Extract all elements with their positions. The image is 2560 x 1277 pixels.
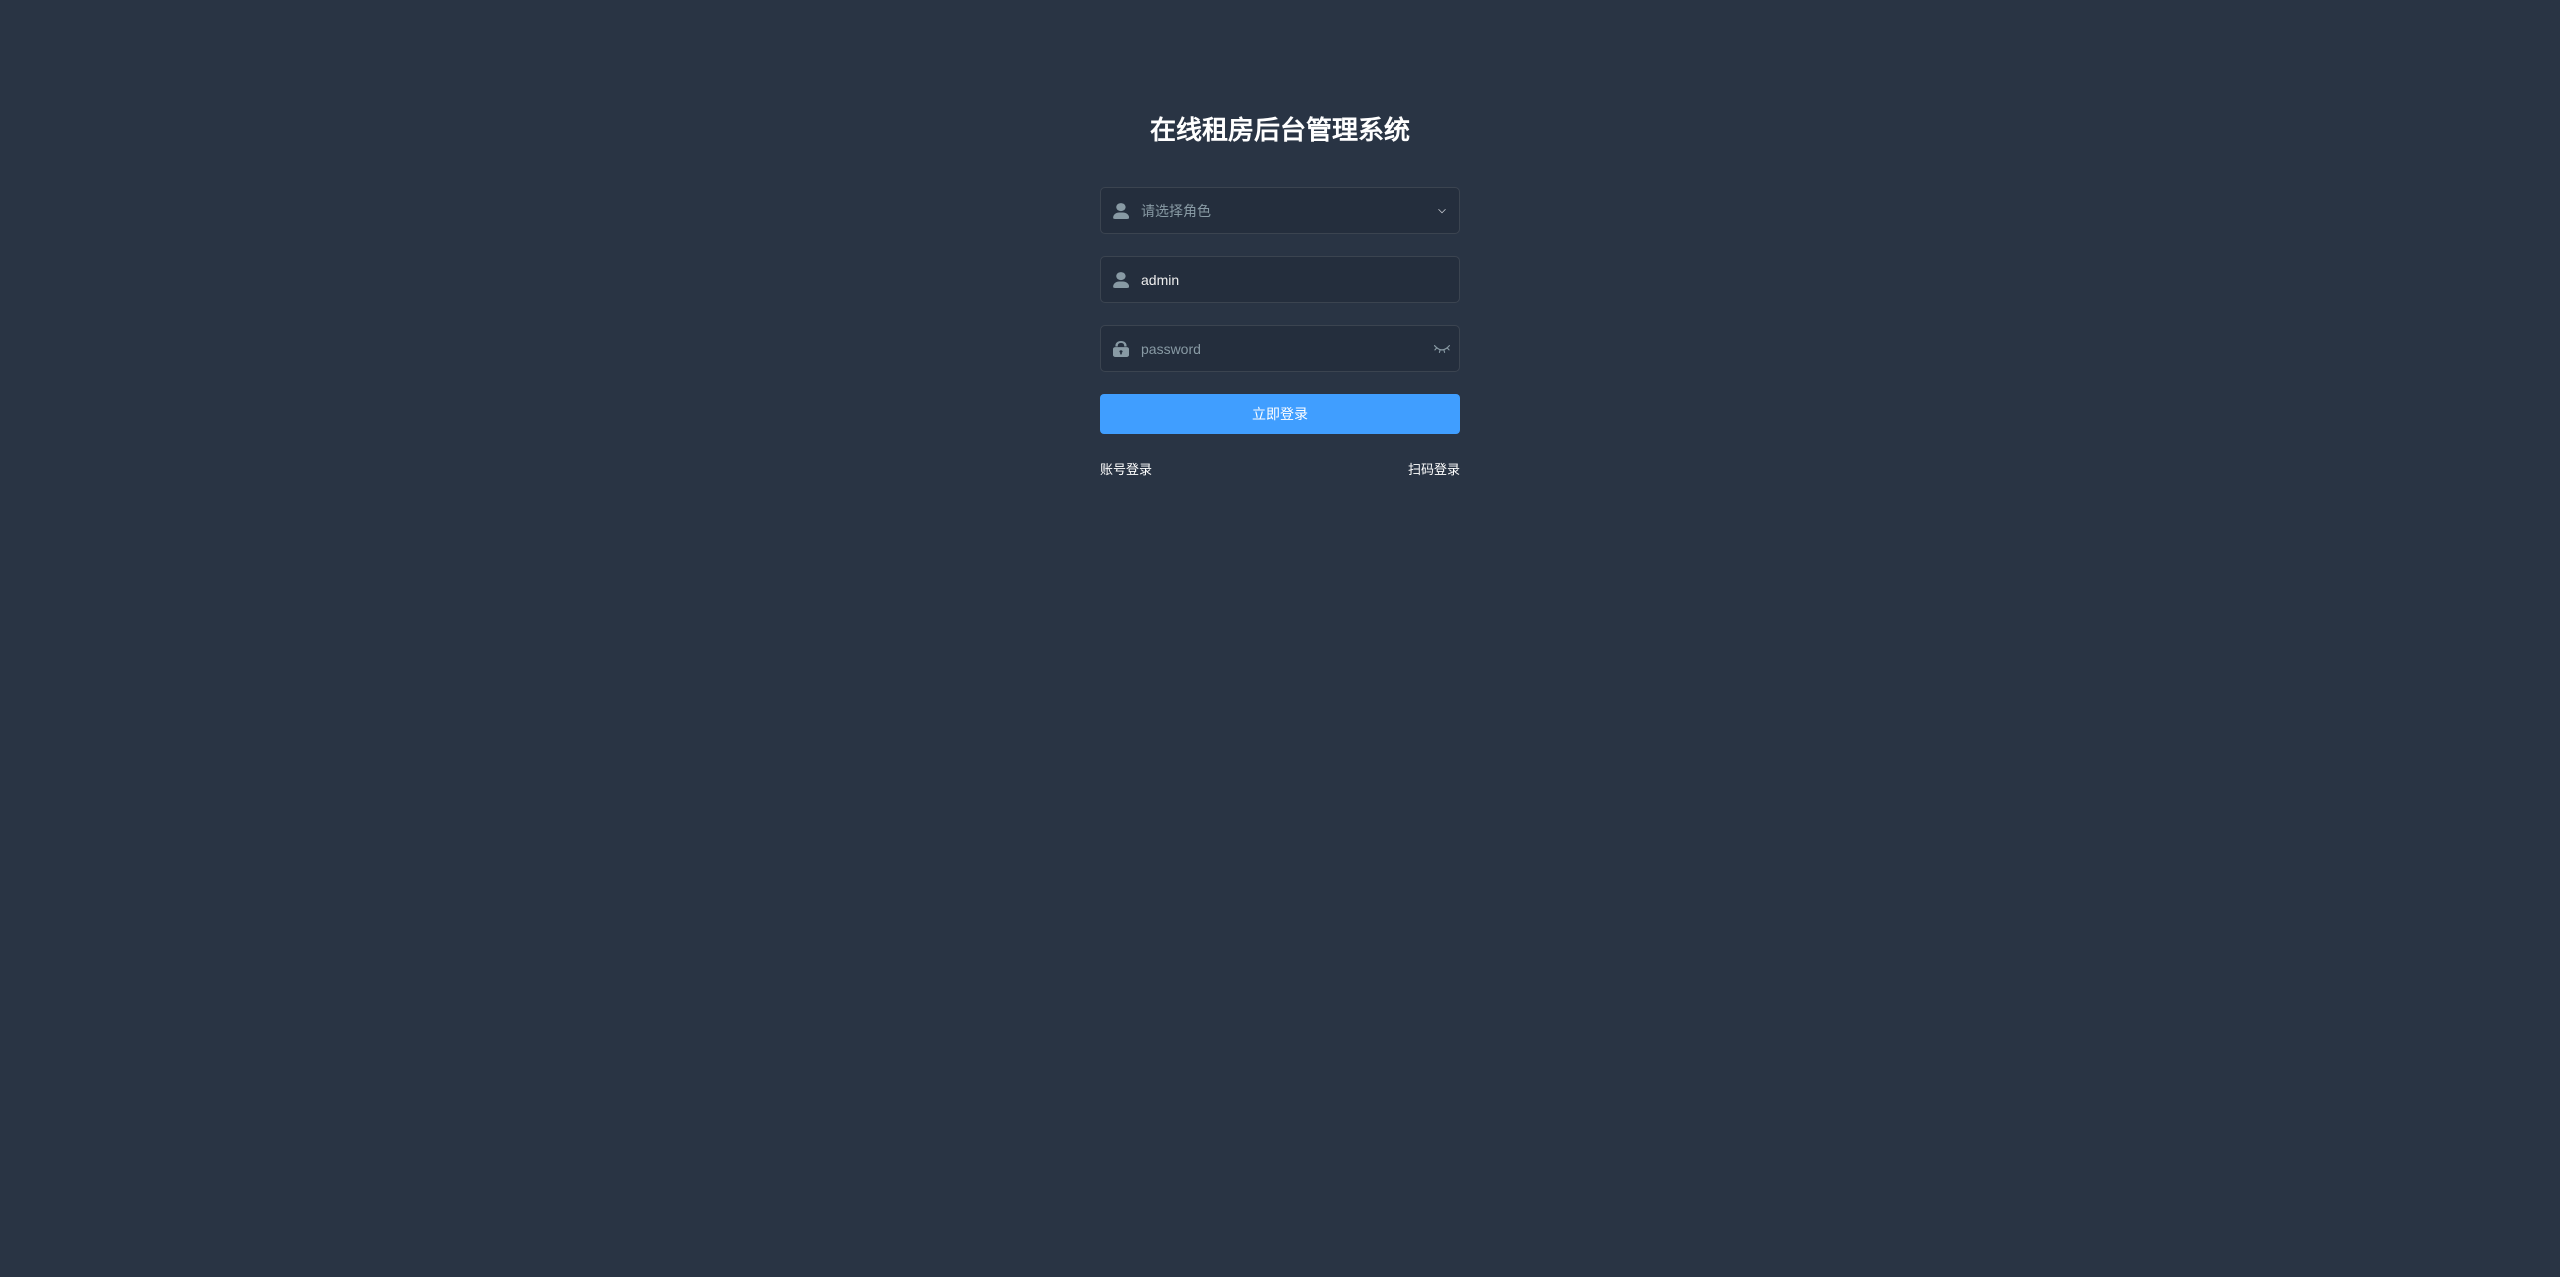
login-form: 在线租房后台管理系统 请选择角色 (1100, 110, 1460, 1277)
password-input[interactable] (1141, 326, 1424, 371)
role-select[interactable]: 请选择角色 (1100, 187, 1460, 234)
page-title: 在线租房后台管理系统 (1100, 110, 1460, 147)
username-field-wrapper (1100, 256, 1460, 303)
login-button[interactable]: 立即登录 (1100, 394, 1460, 434)
account-login-link[interactable]: 账号登录 (1100, 459, 1152, 478)
role-select-placeholder: 请选择角色 (1141, 201, 1424, 221)
user-icon (1101, 203, 1141, 219)
bottom-links: 账号登录 扫码登录 (1100, 459, 1460, 478)
lock-icon (1101, 341, 1141, 357)
user-icon (1101, 272, 1141, 288)
qr-login-link[interactable]: 扫码登录 (1408, 459, 1460, 478)
chevron-down-icon (1424, 204, 1459, 218)
password-field-wrapper (1100, 325, 1460, 372)
eye-icon[interactable] (1424, 344, 1459, 354)
username-input[interactable] (1141, 257, 1459, 302)
